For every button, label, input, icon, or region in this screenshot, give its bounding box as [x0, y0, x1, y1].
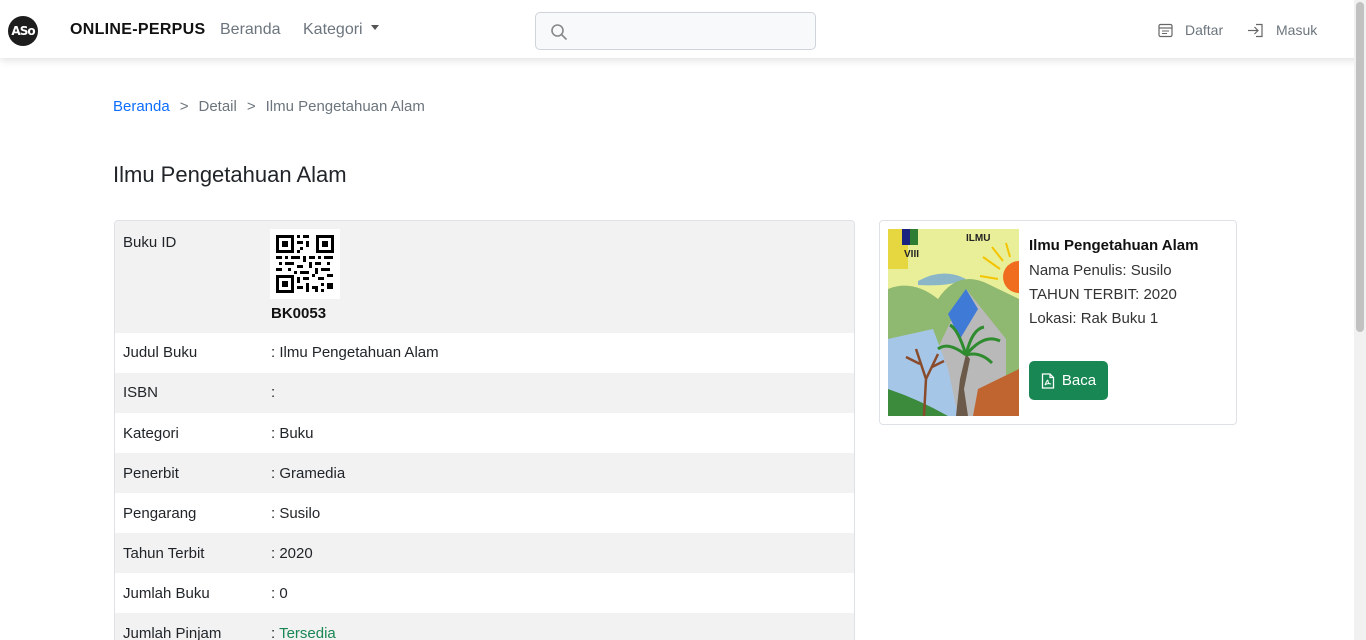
row-label: Jumlah Pinjam [123, 625, 222, 640]
read-button[interactable]: Baca [1029, 361, 1108, 400]
book-id-value: BK0053 [271, 305, 327, 322]
breadcrumb-home-link[interactable]: Beranda [113, 98, 170, 115]
chevron-down-icon [370, 25, 379, 31]
nav-kategori-label: Kategori [303, 21, 363, 38]
scrollbar-thumb[interactable] [1356, 2, 1364, 332]
row-value: : 0 [271, 585, 288, 602]
row-label: Kategori [123, 425, 179, 442]
row-value: : Tersedia [271, 625, 336, 640]
breadcrumb-detail: Detail [198, 98, 237, 115]
nav-daftar[interactable]: Daftar [1158, 22, 1223, 38]
row-value: : Buku [271, 425, 314, 442]
row-label: Pengarang [123, 505, 197, 522]
pdf-icon [1041, 372, 1055, 389]
page-title: Ilmu Pengetahuan Alam [113, 162, 347, 187]
brand-name[interactable]: ONLINE-PERPUS [70, 21, 205, 39]
row-value: : Ilmu Pengetahuan Alam [271, 344, 439, 361]
row-label: Penerbit [123, 465, 179, 482]
table-row: Jumlah Buku : 0 [115, 573, 854, 613]
breadcrumb-current: Ilmu Pengetahuan Alam [265, 98, 425, 115]
book-cover-image: VIII ILMU [888, 229, 1019, 416]
row-label: ISBN [123, 384, 159, 401]
search-icon [551, 24, 567, 40]
cover-grade-text: VIII [904, 249, 919, 260]
row-label: Jumlah Buku [123, 585, 210, 602]
login-icon [1248, 23, 1263, 37]
breadcrumb: Beranda > Detail > Ilmu Pengetahuan Alam [113, 98, 425, 115]
table-row: Tahun Terbit : 2020 [115, 533, 854, 573]
row-value: : Gramedia [271, 465, 346, 482]
table-row: ISBN : [115, 373, 854, 413]
register-icon [1158, 23, 1173, 37]
breadcrumb-separator: > [179, 98, 189, 115]
navbar: ASo ONLINE-PERPUS Beranda Kategori Dafta… [0, 0, 1366, 58]
cover-title-text: ILMU [966, 233, 990, 244]
table-row: Pengarang : Susilo [115, 493, 854, 533]
search-input[interactable] [580, 21, 805, 43]
nav-masuk[interactable]: Masuk [1247, 22, 1317, 38]
table-row: Penerbit : Gramedia [115, 453, 854, 493]
qr-code-icon [270, 229, 340, 299]
nav-daftar-label: Daftar [1185, 22, 1224, 38]
row-value-prefix: : [271, 625, 280, 640]
table-row: Jumlah Pinjam : Tersedia [115, 613, 854, 640]
row-value: : Susilo [271, 505, 321, 522]
table-row-buku-id: Buku ID BK0053 [115, 221, 854, 333]
status-available: Tersedia [279, 625, 336, 640]
summary-tahun: TAHUN TERBIT: 2020 [1029, 286, 1177, 303]
row-value: : [271, 384, 276, 401]
row-label: Judul Buku [123, 344, 198, 361]
nav-beranda[interactable]: Beranda [220, 21, 281, 39]
page-scrollbar[interactable] [1354, 0, 1366, 640]
summary-lokasi: Lokasi: Rak Buku 1 [1029, 310, 1159, 327]
read-button-label: Baca [1061, 372, 1097, 389]
row-value: : 2020 [271, 545, 313, 562]
summary-penulis: Nama Penulis: Susilo [1029, 262, 1172, 279]
book-detail-table: Buku ID BK0053 Judul Buku: Ilmu Pengeta… [114, 220, 855, 640]
table-row: Kategori : Buku [115, 413, 854, 453]
search-box[interactable] [535, 12, 816, 50]
summary-title: Ilmu Pengetahuan Alam [1029, 237, 1199, 254]
buku-id-label: Buku ID [123, 234, 177, 251]
book-summary-card: VIII ILMU Ilmu Pengetahuan Alam Nama Pen… [879, 220, 1237, 425]
site-logo[interactable]: ASo [8, 16, 38, 46]
row-label: Tahun Terbit [123, 545, 205, 562]
nav-masuk-label: Masuk [1276, 22, 1318, 38]
breadcrumb-separator: > [246, 98, 256, 115]
table-row: Judul Buku : Ilmu Pengetahuan Alam [115, 333, 854, 373]
nav-kategori-dropdown[interactable]: Kategori [303, 21, 379, 39]
